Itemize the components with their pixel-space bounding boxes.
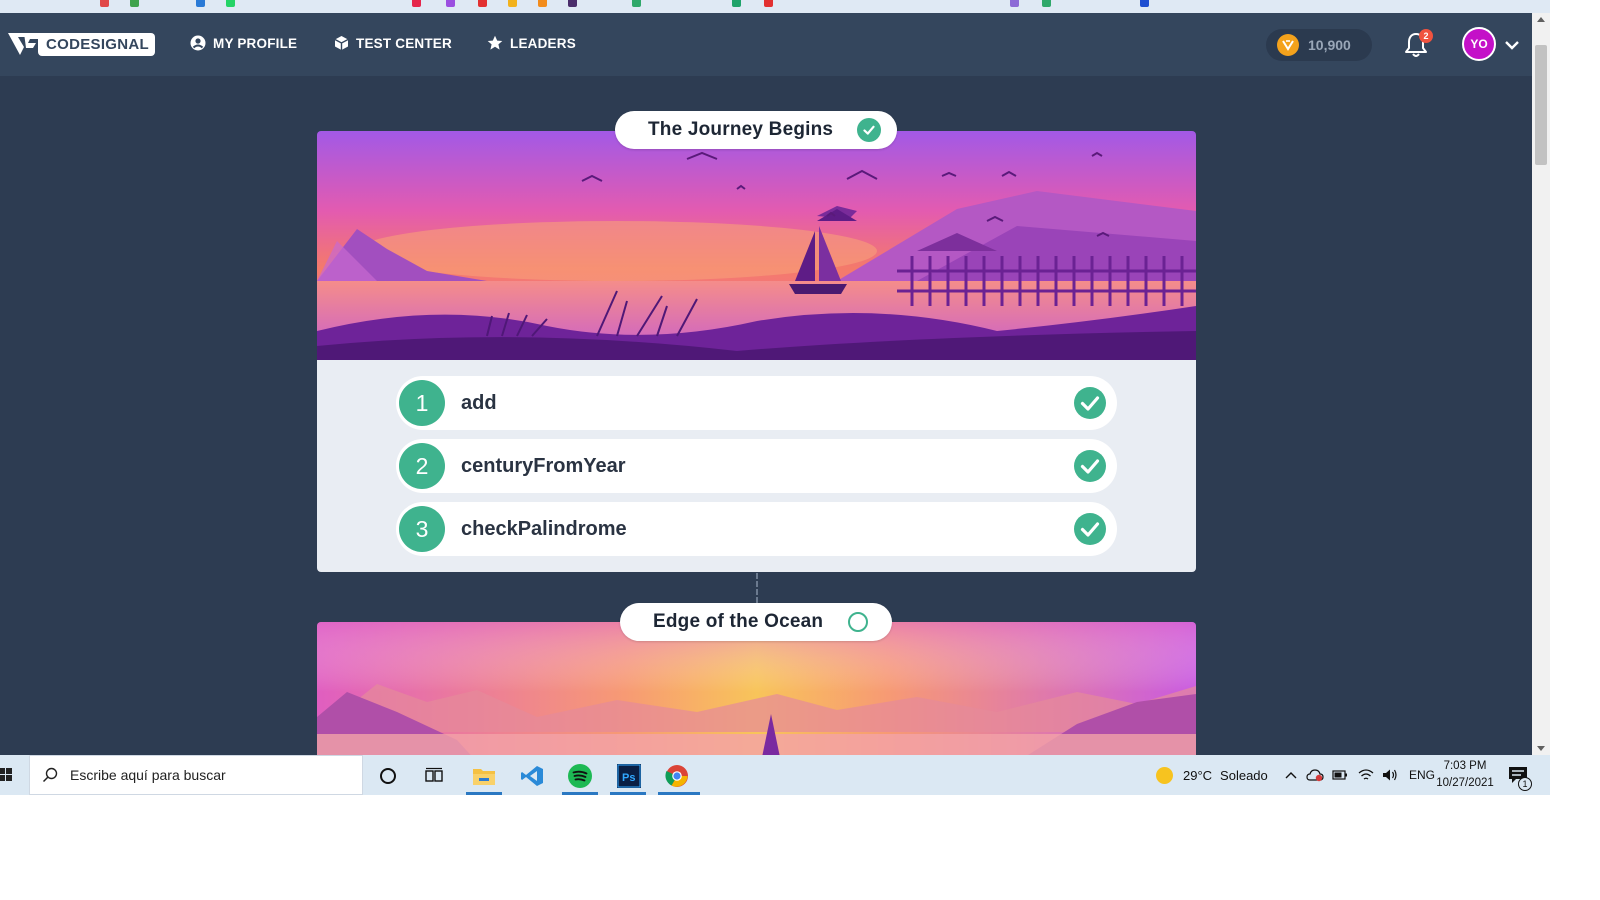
bookmark-icon[interactable]: [226, 0, 235, 7]
task-number: 2: [399, 443, 445, 489]
notification-badge: 2: [1419, 29, 1433, 43]
system-tray: ENG: [1284, 755, 1435, 795]
language-indicator[interactable]: ENG: [1409, 768, 1435, 782]
coin-icon: [1277, 34, 1299, 56]
svg-text:Ps: Ps: [622, 772, 635, 784]
logo-text: CODESIGNAL: [38, 32, 156, 56]
bookmark-icon[interactable]: [732, 0, 741, 7]
action-center-badge: 1: [1518, 777, 1532, 791]
taskbar-clock[interactable]: 7:03 PM 10/27/2021: [1434, 758, 1496, 792]
spotify-icon[interactable]: [567, 763, 593, 789]
volume-icon[interactable]: [1382, 768, 1398, 782]
scrollbar-thumb[interactable]: [1535, 45, 1547, 165]
section-title-journey-begins[interactable]: The Journey Begins: [615, 111, 897, 149]
check-icon: [1074, 387, 1106, 419]
check-icon: [857, 118, 882, 142]
circle-outline-icon: [848, 612, 869, 632]
weather-temp: 29°C: [1183, 767, 1213, 783]
weather-text: Soleado: [1220, 767, 1268, 783]
check-icon: [1074, 450, 1106, 482]
star-icon: [487, 35, 503, 50]
wifi-icon[interactable]: [1358, 768, 1374, 782]
photoshop-icon[interactable]: Ps: [616, 763, 642, 789]
nav-my-profile-label: MY PROFILE: [213, 35, 298, 51]
bookmarks-bar: [0, 0, 1550, 13]
bookmark-icon[interactable]: [130, 0, 139, 7]
search-icon: [42, 767, 58, 783]
task-number: 1: [399, 380, 445, 426]
codesignal-logo[interactable]: CODESIGNAL: [6, 29, 156, 59]
cloud-sync-icon[interactable]: [1306, 768, 1324, 782]
path-connector: [756, 573, 758, 603]
nav-test-center-label: TEST CENTER: [356, 35, 452, 51]
section-task-list: 1 add 2 centuryFromYear 3 checkPalindrom…: [317, 360, 1196, 572]
coin-balance[interactable]: 10,900: [1266, 29, 1372, 61]
section-title: Edge of the Ocean: [653, 611, 824, 632]
scroll-up-arrow-icon[interactable]: [1537, 17, 1545, 22]
file-explorer-icon[interactable]: [471, 763, 497, 789]
nav-leaders[interactable]: LEADERS: [487, 35, 576, 51]
bookmark-icon[interactable]: [478, 0, 487, 7]
section-banner-image: [317, 131, 1196, 360]
chrome-icon[interactable]: [664, 763, 690, 789]
top-navigation: CODESIGNAL MY PROFILE TEST CENTER LEADER…: [0, 13, 1532, 76]
coin-balance-value: 10,900: [1308, 37, 1351, 53]
section-card-journey-begins: 1 add 2 centuryFromYear 3 checkPalindrom…: [317, 131, 1196, 572]
task-view-icon[interactable]: [421, 763, 447, 789]
battery-icon[interactable]: [1332, 770, 1348, 780]
task-item[interactable]: 2 centuryFromYear: [396, 439, 1117, 493]
bookmark-icon[interactable]: [446, 0, 455, 7]
nav-test-center[interactable]: TEST CENTER: [334, 35, 452, 51]
bookmark-icon[interactable]: [1042, 0, 1051, 7]
chevron-up-icon[interactable]: [1284, 770, 1298, 780]
search-placeholder: Escribe aquí para buscar: [70, 767, 226, 783]
bookmark-icon[interactable]: [568, 0, 577, 7]
task-name: centuryFromYear: [461, 454, 626, 477]
vscode-icon[interactable]: [519, 763, 545, 789]
bookmark-icon[interactable]: [1010, 0, 1019, 7]
nav-my-profile[interactable]: MY PROFILE: [190, 35, 297, 51]
scroll-down-arrow-icon[interactable]: [1537, 746, 1545, 751]
blank-area: [0, 795, 1600, 900]
windows-taskbar: Escribe aquí para buscar Ps 29°C Soleado: [0, 755, 1550, 795]
bookmark-icon[interactable]: [1140, 0, 1149, 7]
task-number: 3: [399, 506, 445, 552]
clock-date: 10/27/2021: [1436, 777, 1494, 789]
windows-start-icon[interactable]: [0, 767, 12, 783]
bookmark-icon[interactable]: [538, 0, 547, 7]
app-viewport: CODESIGNAL MY PROFILE TEST CENTER LEADER…: [0, 13, 1532, 755]
page-scrollbar[interactable]: [1532, 13, 1550, 755]
avatar[interactable]: YO: [1462, 27, 1496, 61]
bookmark-icon[interactable]: [508, 0, 517, 7]
bookmark-icon[interactable]: [764, 0, 773, 7]
check-icon: [1074, 513, 1106, 545]
profile-icon: [190, 35, 206, 51]
sun-icon: [1156, 766, 1173, 784]
section-title-edge-of-ocean[interactable]: Edge of the Ocean: [620, 603, 892, 641]
section-card-edge-of-ocean: [317, 622, 1196, 755]
task-item[interactable]: 1 add: [396, 376, 1117, 430]
bookmark-icon[interactable]: [412, 0, 421, 7]
cortana-icon[interactable]: [375, 763, 401, 789]
bookmark-icon[interactable]: [196, 0, 205, 7]
bookmark-icon[interactable]: [100, 0, 109, 7]
task-name: checkPalindrome: [461, 517, 627, 540]
section-title: The Journey Begins: [648, 119, 834, 140]
task-item[interactable]: 3 checkPalindrome: [396, 502, 1117, 556]
section-banner-image: [317, 622, 1196, 755]
chevron-down-icon[interactable]: [1504, 39, 1520, 51]
bookmark-icon[interactable]: [632, 0, 641, 7]
task-name: add: [461, 391, 497, 414]
cube-icon: [334, 36, 349, 50]
clock-time: 7:03 PM: [1443, 760, 1487, 772]
nav-leaders-label: LEADERS: [510, 35, 576, 51]
taskbar-search[interactable]: Escribe aquí para buscar: [29, 755, 363, 795]
action-center[interactable]: 1: [1508, 755, 1532, 795]
weather-widget[interactable]: 29°C Soleado: [1156, 755, 1268, 795]
